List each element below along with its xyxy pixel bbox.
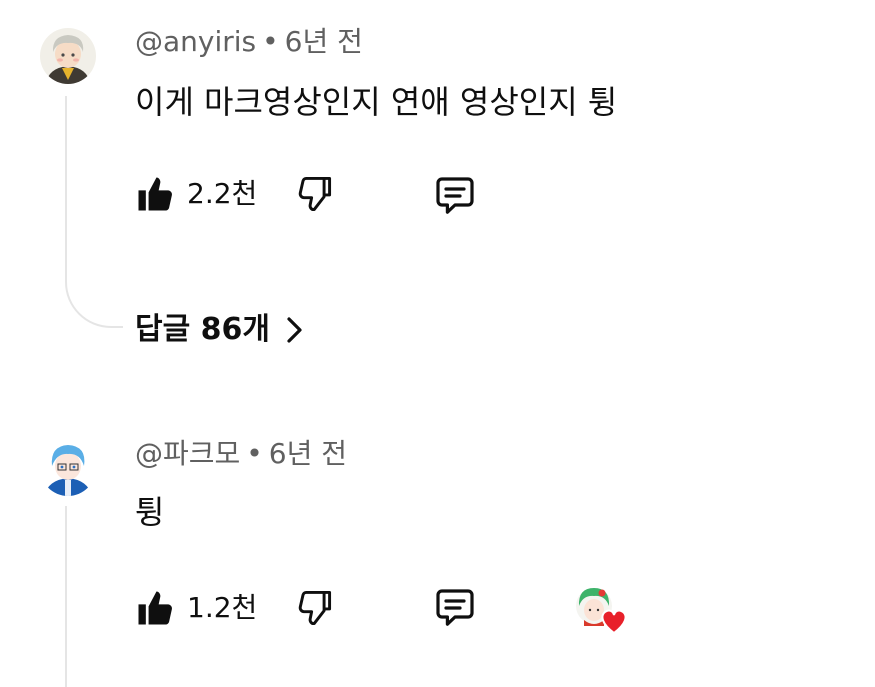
thumbs-down-icon [298, 176, 332, 212]
reply-comment-icon [436, 177, 474, 214]
comment-meta: @파크모 • 6년 전 [135, 434, 347, 474]
thread-curve [65, 260, 123, 328]
creator-heart-icon [601, 609, 627, 635]
thumbs-up-icon [138, 591, 172, 625]
dislike-button[interactable] [292, 586, 336, 630]
avatar[interactable] [40, 28, 96, 84]
reply-button[interactable] [431, 584, 479, 632]
like-button[interactable]: 2.2천 [133, 172, 257, 216]
meta-separator: • [262, 25, 279, 58]
dislike-button[interactable] [292, 172, 336, 216]
reply-button[interactable] [431, 172, 479, 220]
view-replies-button[interactable]: 답글 86개 [135, 308, 306, 352]
like-button[interactable]: 1.2천 [133, 586, 257, 630]
comment-meta: @anyiris • 6년 전 [135, 22, 363, 62]
thread-line [65, 506, 67, 687]
avatar[interactable] [40, 440, 96, 496]
thumbs-up-icon [138, 177, 172, 211]
meta-separator: • [246, 437, 263, 470]
replies-label: 답글 86개 [135, 312, 270, 347]
comment-text: 튕 [135, 493, 165, 531]
thumbs-down-icon [298, 590, 332, 626]
comment-time: 6년 전 [284, 25, 363, 58]
like-count: 2.2천 [187, 177, 258, 210]
thread-line [65, 96, 67, 264]
like-count: 1.2천 [187, 591, 258, 624]
chevron-right-icon [287, 317, 302, 343]
creator-heart-badge [574, 586, 628, 635]
comment-author[interactable]: @anyiris [135, 25, 256, 58]
reply-comment-icon [436, 589, 474, 626]
comment-time: 6년 전 [268, 437, 348, 470]
comment-author[interactable]: @파크모 [135, 437, 240, 470]
comment-text: 이게 마크영상인지 연애 영상인지 튕 [135, 83, 618, 121]
